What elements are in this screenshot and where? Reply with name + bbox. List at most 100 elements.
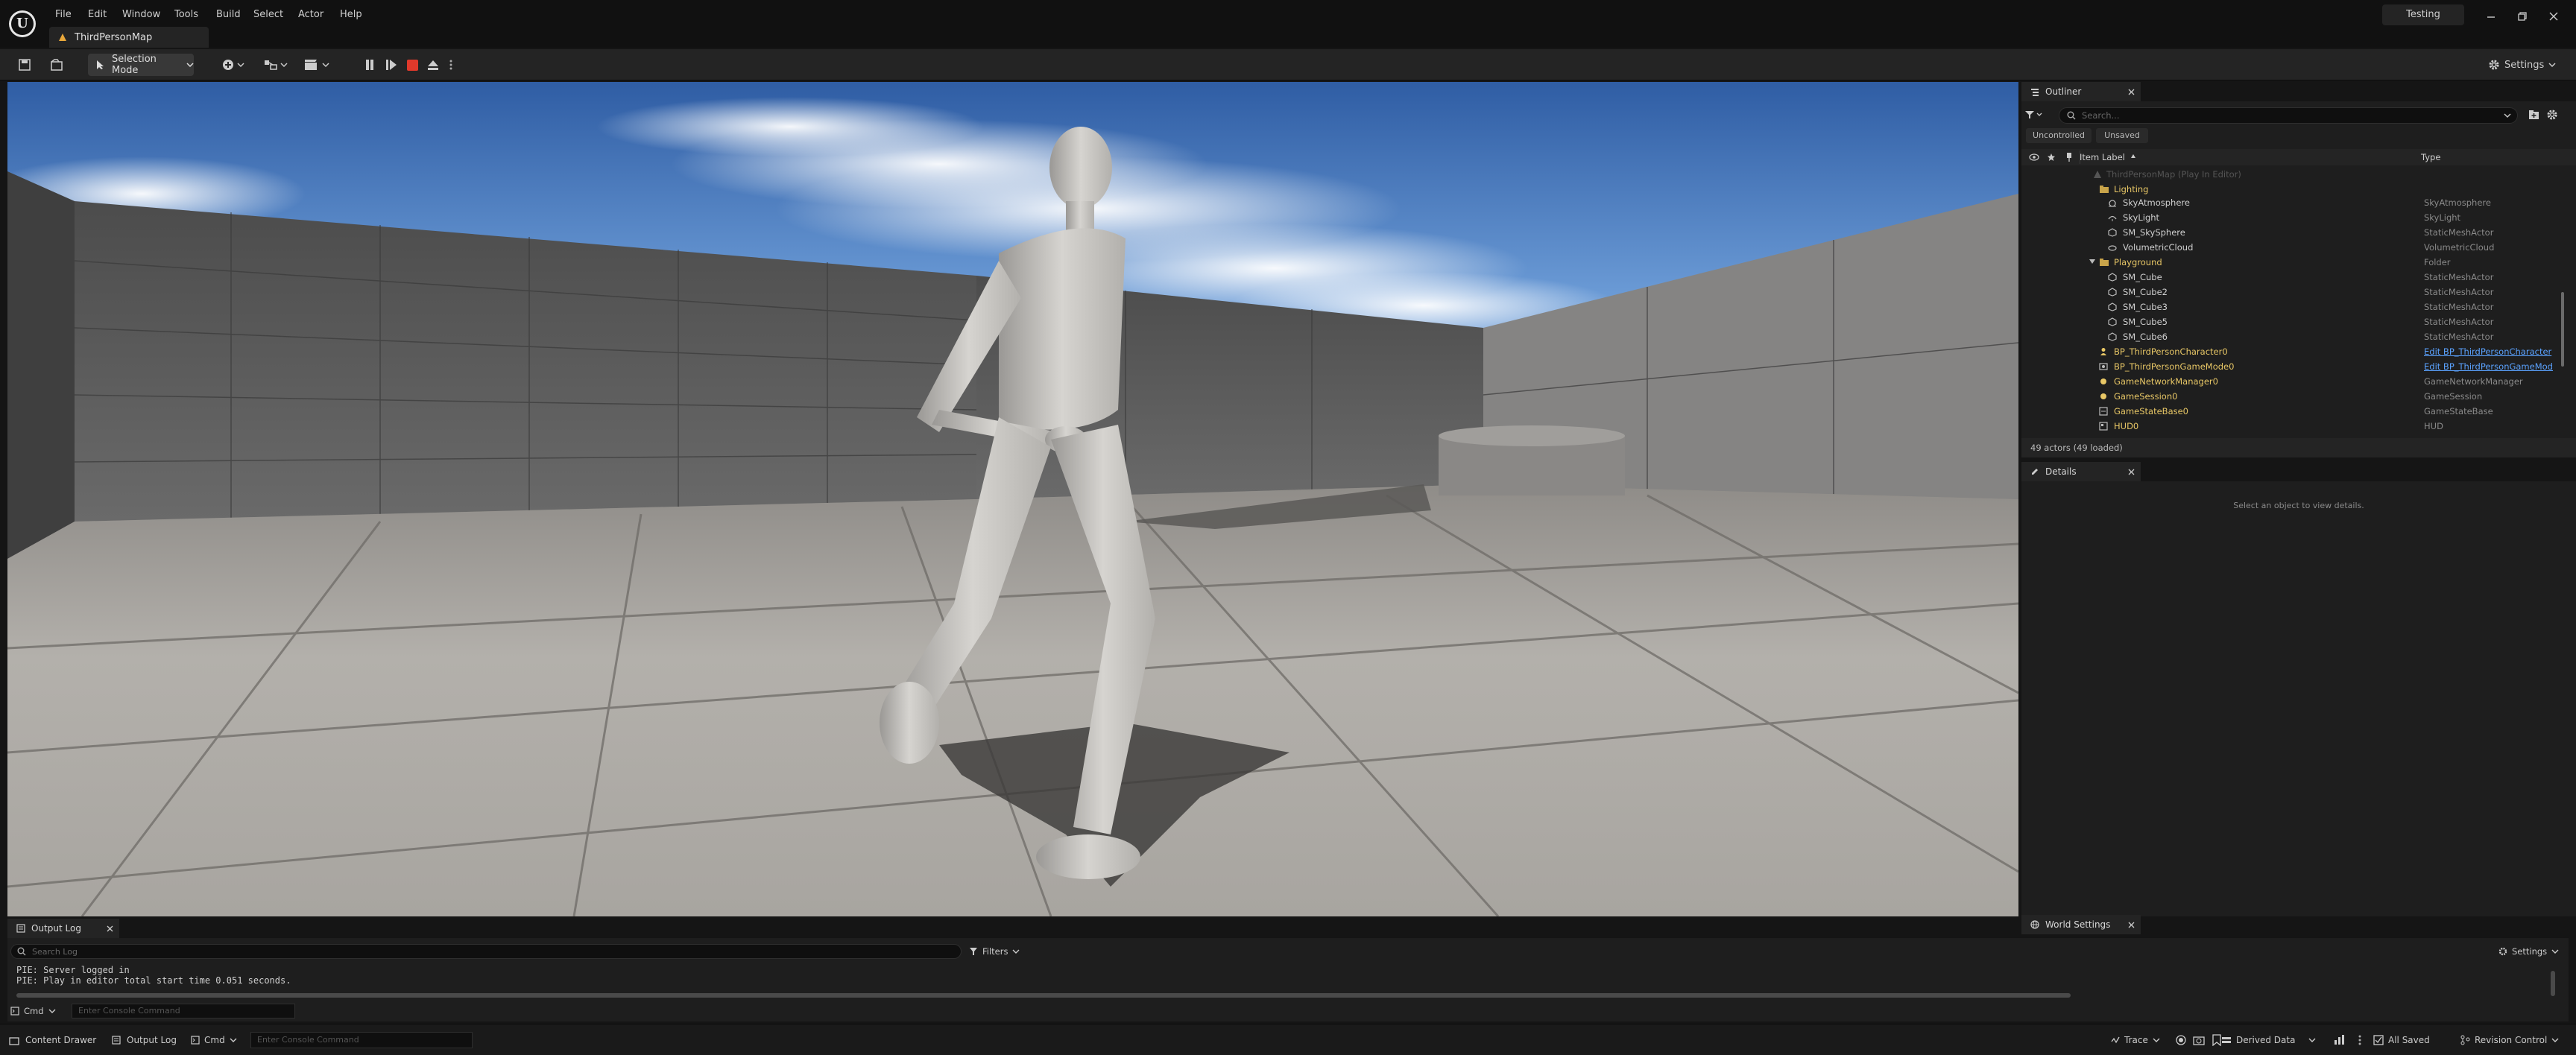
outliner-row[interactable]: SM_Cube5 StaticMeshActor xyxy=(2021,314,2561,329)
type-column[interactable]: Type xyxy=(2421,152,2440,162)
outliner-row-folder[interactable]: Lighting xyxy=(2021,182,2561,197)
outliner-row[interactable]: SkyLight SkyLight xyxy=(2021,210,2561,225)
tab-third-person-map[interactable]: ThirdPersonMap xyxy=(49,27,209,48)
screenshot-icon[interactable] xyxy=(2193,1034,2205,1046)
selection-mode-dropdown[interactable]: Selection Mode xyxy=(88,54,194,76)
eject-icon[interactable] xyxy=(423,54,443,76)
output-log-h-scrollbar[interactable] xyxy=(16,993,2071,998)
restore-icon[interactable] xyxy=(2507,6,2537,27)
step-icon[interactable] xyxy=(382,54,401,76)
close-tab-icon[interactable] xyxy=(2128,922,2135,928)
menu-file[interactable]: File xyxy=(55,7,72,22)
edit-blueprint-link[interactable]: Edit BP_ThirdPersonCharacter xyxy=(2424,344,2551,359)
stats-icon[interactable] xyxy=(2333,1034,2345,1046)
close-window-icon[interactable] xyxy=(2539,6,2569,27)
tab-outliner[interactable]: Outliner xyxy=(2021,82,2141,101)
output-log-v-scrollbar[interactable] xyxy=(2551,971,2555,996)
outliner-row[interactable]: GameNetworkManager0 GameNetworkManager xyxy=(2021,374,2561,389)
menu-select[interactable]: Select xyxy=(253,7,283,22)
outliner-row-folder[interactable]: Playground Folder xyxy=(2021,255,2561,270)
outliner-row[interactable]: SM_Cube StaticMeshActor xyxy=(2021,270,2561,285)
globe-icon xyxy=(2030,920,2039,929)
menu-edit[interactable]: Edit xyxy=(88,7,107,22)
menu-window[interactable]: Window xyxy=(122,7,160,22)
close-tab-icon[interactable] xyxy=(2128,469,2135,475)
save-icon[interactable] xyxy=(15,54,34,76)
derived-data-label: Derived Data xyxy=(2236,1035,2296,1045)
output-log-label: Output Log xyxy=(127,1035,177,1045)
tab-details[interactable]: Details xyxy=(2021,462,2141,481)
menu-actor[interactable]: Actor xyxy=(298,7,323,22)
tab-world-settings[interactable]: World Settings xyxy=(2021,915,2141,934)
outliner-row[interactable]: SM_Cube2 StaticMeshActor xyxy=(2021,285,2561,300)
outliner-settings-gear-icon[interactable] xyxy=(2546,109,2558,122)
close-tab-icon[interactable] xyxy=(107,925,113,932)
expand-arrow-icon[interactable] xyxy=(2089,258,2097,267)
pencil-icon xyxy=(2030,467,2039,476)
outliner-filter-icon[interactable] xyxy=(2024,106,2047,124)
menu-tools[interactable]: Tools xyxy=(174,7,198,22)
bottom-cmd-dropdown[interactable]: Cmd xyxy=(191,1030,237,1050)
new-folder-icon[interactable] xyxy=(2528,109,2540,122)
chevron-down-icon[interactable] xyxy=(2504,112,2511,119)
game-mode-icon xyxy=(2099,362,2108,371)
outliner-scrollbar[interactable] xyxy=(2561,292,2564,367)
record-icon[interactable] xyxy=(2175,1034,2187,1046)
filter-unsaved[interactable]: Unsaved xyxy=(2096,128,2148,143)
outliner-search-input[interactable]: Search... xyxy=(2059,107,2518,124)
outliner-row[interactable]: HUD0 HUD xyxy=(2021,419,2561,434)
output-log-button[interactable]: Output Log xyxy=(112,1030,177,1050)
outliner-row[interactable]: BP_ThirdPersonGameMode0 Edit BP_ThirdPer… xyxy=(2021,359,2561,374)
outliner-row[interactable]: SM_Cube3 StaticMeshActor xyxy=(2021,300,2561,314)
filter-uncontrolled[interactable]: Uncontrolled xyxy=(2026,128,2092,143)
bottom-console-input[interactable]: Enter Console Command xyxy=(250,1032,473,1048)
outliner-row[interactable]: SkyAtmosphere SkyAtmosphere xyxy=(2021,195,2561,210)
unreal-logo-icon[interactable]: U xyxy=(9,10,36,37)
pause-icon[interactable] xyxy=(361,54,379,76)
add-actor-icon[interactable] xyxy=(219,54,249,76)
outliner-root-row[interactable]: ThirdPersonMap (Play In Editor) xyxy=(2021,167,2561,182)
terminal-icon xyxy=(191,1036,200,1045)
more-options-icon[interactable] xyxy=(2358,1034,2361,1046)
output-log-search-placeholder: Search Log xyxy=(32,946,78,957)
outliner-row[interactable]: BP_ThirdPersonCharacter0 Edit BP_ThirdPe… xyxy=(2021,344,2561,359)
output-log-cmd-dropdown[interactable]: Cmd xyxy=(10,1004,67,1018)
menu-help[interactable]: Help xyxy=(340,7,362,22)
content-browser-icon[interactable] xyxy=(46,54,69,76)
outliner-row[interactable]: GameSession0 GameSession xyxy=(2021,389,2561,404)
minimize-icon[interactable] xyxy=(2476,6,2506,27)
output-log-settings-button[interactable]: Settings xyxy=(2498,944,2569,959)
toolbar-settings-button[interactable]: Settings xyxy=(2488,54,2563,76)
outliner-row[interactable]: SM_SkySphere StaticMeshActor xyxy=(2021,225,2561,240)
outliner-row[interactable]: VolumetricCloud VolumetricCloud xyxy=(2021,240,2561,255)
favorite-star-icon[interactable] xyxy=(2047,153,2056,162)
output-log-console-input[interactable]: Enter Console Command xyxy=(72,1004,295,1018)
outliner-row[interactable]: SM_Cube6 StaticMeshActor xyxy=(2021,329,2561,344)
blueprint-icon[interactable] xyxy=(261,54,292,76)
cinematics-icon[interactable] xyxy=(301,54,335,76)
actor-icon xyxy=(2099,392,2108,401)
outliner-row-type: GameNetworkManager xyxy=(2424,376,2523,387)
edit-blueprint-link[interactable]: Edit BP_ThirdPersonGameMod xyxy=(2424,359,2553,374)
output-log-filters-button[interactable]: Filters xyxy=(969,944,1029,959)
content-drawer-label: Content Drawer xyxy=(25,1035,97,1045)
close-tab-icon[interactable] xyxy=(2128,89,2135,95)
trace-dropdown[interactable]: Trace xyxy=(2111,1030,2160,1050)
revision-control-dropdown[interactable]: Revision Control xyxy=(2460,1030,2559,1050)
item-label-column[interactable]: Item Label xyxy=(2080,152,2125,162)
more-options-icon[interactable] xyxy=(446,54,456,76)
folder-icon xyxy=(2099,185,2109,194)
pin-icon[interactable] xyxy=(2065,152,2074,162)
output-log-search-input[interactable]: Search Log xyxy=(10,944,962,959)
derived-data-dropdown[interactable]: Derived Data xyxy=(2221,1030,2316,1050)
all-saved-status[interactable]: All Saved xyxy=(2373,1030,2430,1050)
level-viewport[interactable] xyxy=(7,82,2018,916)
stop-icon[interactable] xyxy=(402,54,422,76)
outliner-row[interactable]: GameStateBase0 GameStateBase xyxy=(2021,404,2561,419)
content-drawer-button[interactable]: Content Drawer xyxy=(9,1030,96,1050)
output-log-icon xyxy=(112,1036,121,1045)
cursor-icon xyxy=(95,60,106,70)
menu-build[interactable]: Build xyxy=(216,7,241,22)
visibility-eye-icon[interactable] xyxy=(2029,153,2039,162)
tab-output-log[interactable]: Output Log xyxy=(7,919,119,938)
